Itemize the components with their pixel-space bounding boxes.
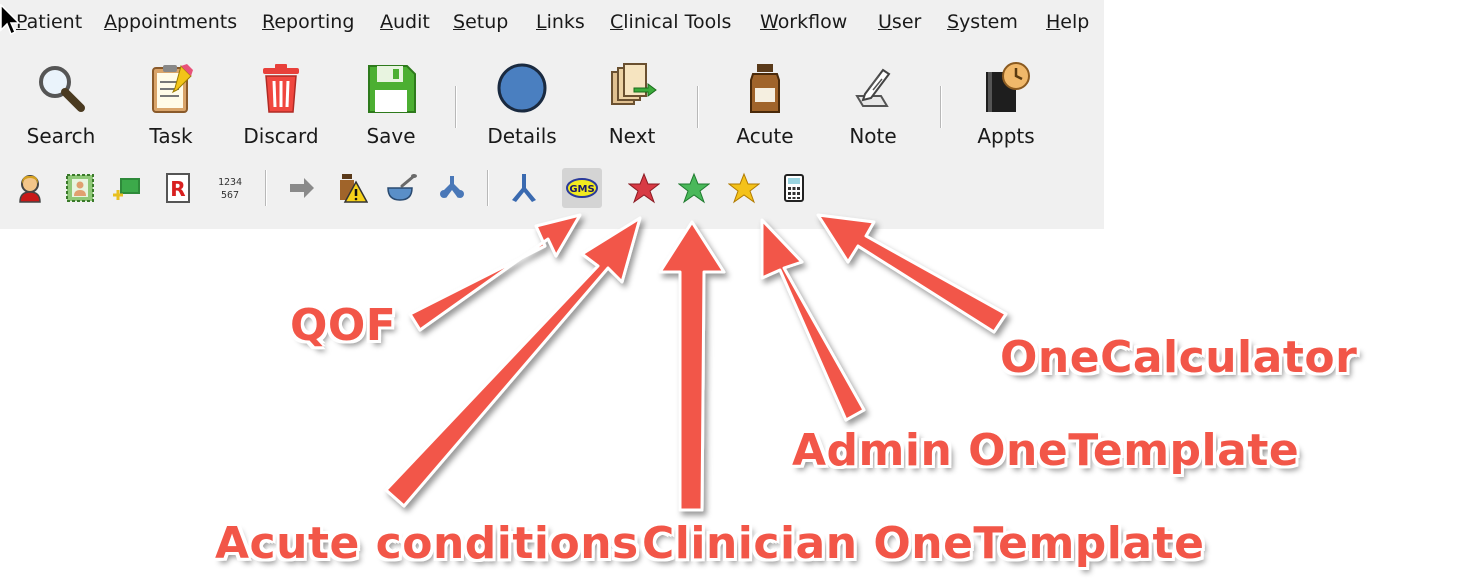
annotation-clinician-onetemplate: Clinician OneTemplate bbox=[642, 518, 1205, 569]
clinician-onetemplate-arrow bbox=[658, 220, 726, 512]
annotation-arrows bbox=[384, 213, 1008, 512]
annotation-onecalculator: OneCalculator bbox=[1000, 332, 1358, 383]
annotation-acute-conditions: Acute conditions bbox=[215, 518, 639, 569]
annotation-admin-onetemplate: Admin OneTemplate bbox=[792, 425, 1300, 476]
onecalculator-arrow bbox=[816, 213, 1008, 334]
annotation-qof: QOF bbox=[290, 300, 397, 351]
